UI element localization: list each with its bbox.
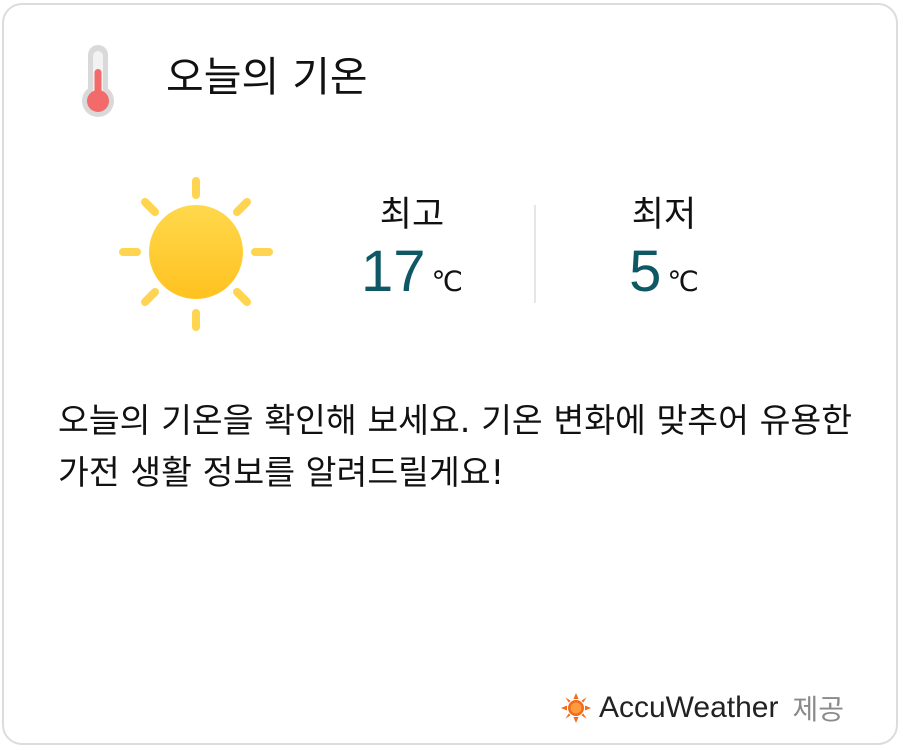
high-label: 최고 [379,195,445,235]
provider-credit: AccuWeather 제공 [560,689,844,727]
high-unit: ℃ [431,265,463,298]
low-unit: ℃ [667,265,699,298]
thermometer-icon [82,45,114,117]
high-value: 17 [361,239,426,304]
low-label: 최저 [631,195,697,235]
card-description: 오늘의 기온을 확인해 보세요. 기온 변화에 맞추어 유용한 가전 생활 정보… [58,401,853,492]
temperature-divider [534,205,536,303]
provider-name: AccuWeather [598,691,779,724]
card-title: 오늘의 기온 [166,53,368,101]
low-value: 5 [629,239,662,304]
sun-icon [119,177,273,331]
high-temperature: 최고 17 ℃ [322,193,502,315]
low-temperature: 최저 5 ℃ [574,193,754,315]
provider-suffix: 제공 [792,693,844,726]
accuweather-sun-icon [560,693,591,723]
temperature-card[interactable]: 오늘의 기온 최고 17 ℃ 최저 5 ℃ 오늘의 기온을 확인해 보세요. 기… [2,3,898,745]
